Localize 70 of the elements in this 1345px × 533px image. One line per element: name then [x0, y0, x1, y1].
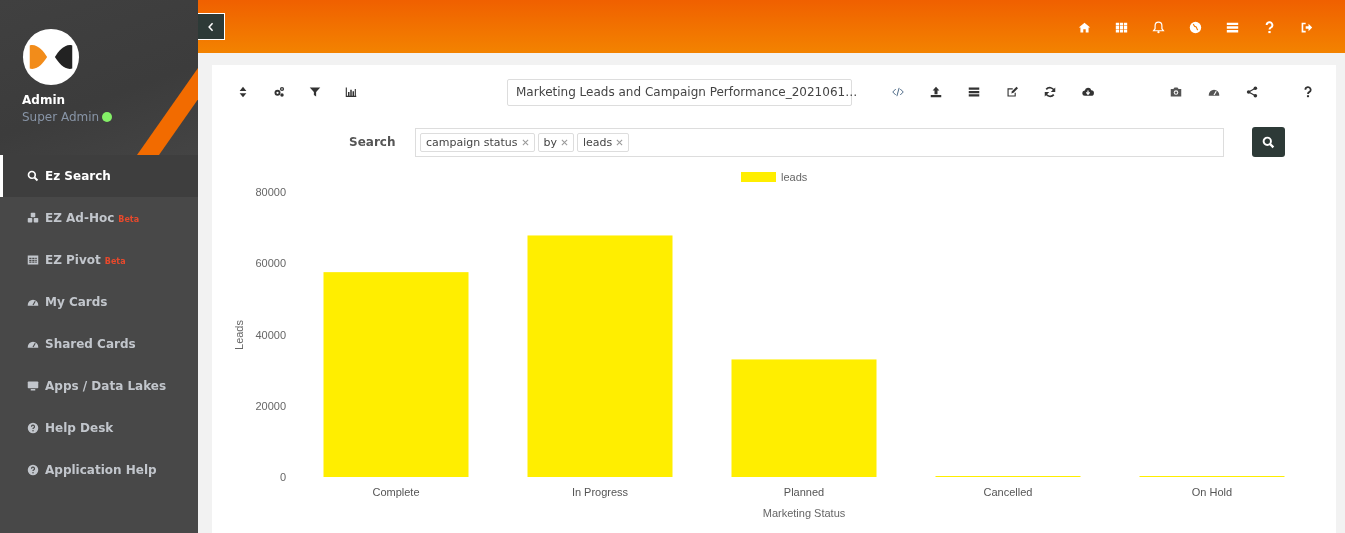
code-icon[interactable]: [892, 86, 904, 98]
help-icon[interactable]: [1302, 86, 1314, 98]
x-tick-label: On Hold: [1191, 486, 1233, 498]
user-name: Admin: [22, 93, 66, 107]
nav-item[interactable]: EZ Pivot Beta: [0, 239, 198, 281]
nav-label: Help Desk: [45, 421, 114, 435]
nav-item[interactable]: Shared Cards: [0, 323, 198, 365]
home-icon[interactable]: [1078, 21, 1091, 34]
x-tick-label: Planned: [783, 486, 825, 498]
nav-label: Application Help: [45, 463, 157, 477]
filter-icon[interactable]: [309, 86, 321, 98]
tag-label: campaign status: [426, 135, 518, 149]
y-tick-label: 20000: [255, 399, 286, 412]
bar-chart-icon[interactable]: [345, 86, 357, 98]
bell-icon[interactable]: [1152, 21, 1165, 34]
legend-label: leads: [781, 171, 808, 183]
help-icon: [27, 464, 39, 476]
cloud-download-icon[interactable]: [1082, 86, 1094, 98]
edit-icon[interactable]: [1006, 86, 1018, 98]
monitor-icon: [27, 380, 39, 392]
nav-label: EZ Ad-Hoc: [45, 211, 115, 225]
nav-label: My Cards: [45, 295, 108, 309]
beta-label: Beta: [118, 215, 140, 224]
remove-icon[interactable]: [561, 138, 569, 146]
x-axis-title: Marketing Status: [762, 507, 846, 519]
nav-item[interactable]: Apps / Data Lakes: [0, 365, 198, 407]
search-field[interactable]: campaign status by leads: [415, 127, 1224, 157]
search-icon: [27, 170, 39, 182]
nav-label: Shared Cards: [45, 337, 136, 351]
collapse-sidebar-button[interactable]: [198, 13, 225, 40]
nav-item[interactable]: EZ Ad-Hoc Beta: [0, 197, 198, 239]
refresh-icon[interactable]: [1044, 86, 1056, 98]
search-button[interactable]: [1252, 127, 1285, 157]
avatar: [22, 28, 80, 86]
nav-label: Ez Search: [45, 169, 111, 183]
x-tick-label: Complete: [372, 486, 420, 498]
sort-icon[interactable]: [237, 86, 249, 98]
nav-label: Apps / Data Lakes: [45, 379, 167, 393]
beta-label: Beta: [104, 257, 126, 266]
camera-icon[interactable]: [1170, 86, 1182, 98]
x-tick-label: Cancelled: [983, 486, 1033, 498]
search-icon: [1262, 135, 1275, 149]
nav-item[interactable]: My Cards: [0, 281, 198, 323]
tag-label: leads: [583, 135, 613, 149]
upload-icon[interactable]: [930, 86, 942, 98]
search-label: Search: [349, 135, 397, 149]
gears-icon[interactable]: [273, 86, 285, 98]
y-tick-label: 40000: [255, 328, 286, 341]
y-tick-label: 0: [279, 471, 286, 483]
logout-icon[interactable]: [1300, 21, 1313, 34]
table-icon: [27, 254, 39, 266]
y-tick-label: 60000: [255, 257, 286, 270]
x-tick-label: In Progress: [571, 486, 629, 498]
nav-item[interactable]: Application Help: [0, 449, 198, 491]
nav-item[interactable]: Help Desk: [0, 407, 198, 449]
remove-icon[interactable]: [616, 138, 624, 146]
nav-label: EZ Pivot: [45, 253, 101, 267]
grid-icon[interactable]: [1115, 21, 1128, 34]
share-icon[interactable]: [1246, 86, 1258, 98]
y-axis-title: Leads: [233, 320, 245, 350]
user-role: Super Admin: [22, 110, 100, 124]
tag-label: by: [543, 135, 558, 149]
nav-item[interactable]: Ez Search: [0, 155, 198, 197]
help-icon: [27, 422, 39, 434]
cubes-icon: [27, 212, 39, 224]
chart-legend: leads: [741, 171, 808, 183]
list-icon[interactable]: [968, 86, 980, 98]
remove-icon[interactable]: [521, 138, 529, 146]
chevron-left-icon: [206, 21, 216, 32]
y-tick-label: 80000: [255, 186, 286, 198]
